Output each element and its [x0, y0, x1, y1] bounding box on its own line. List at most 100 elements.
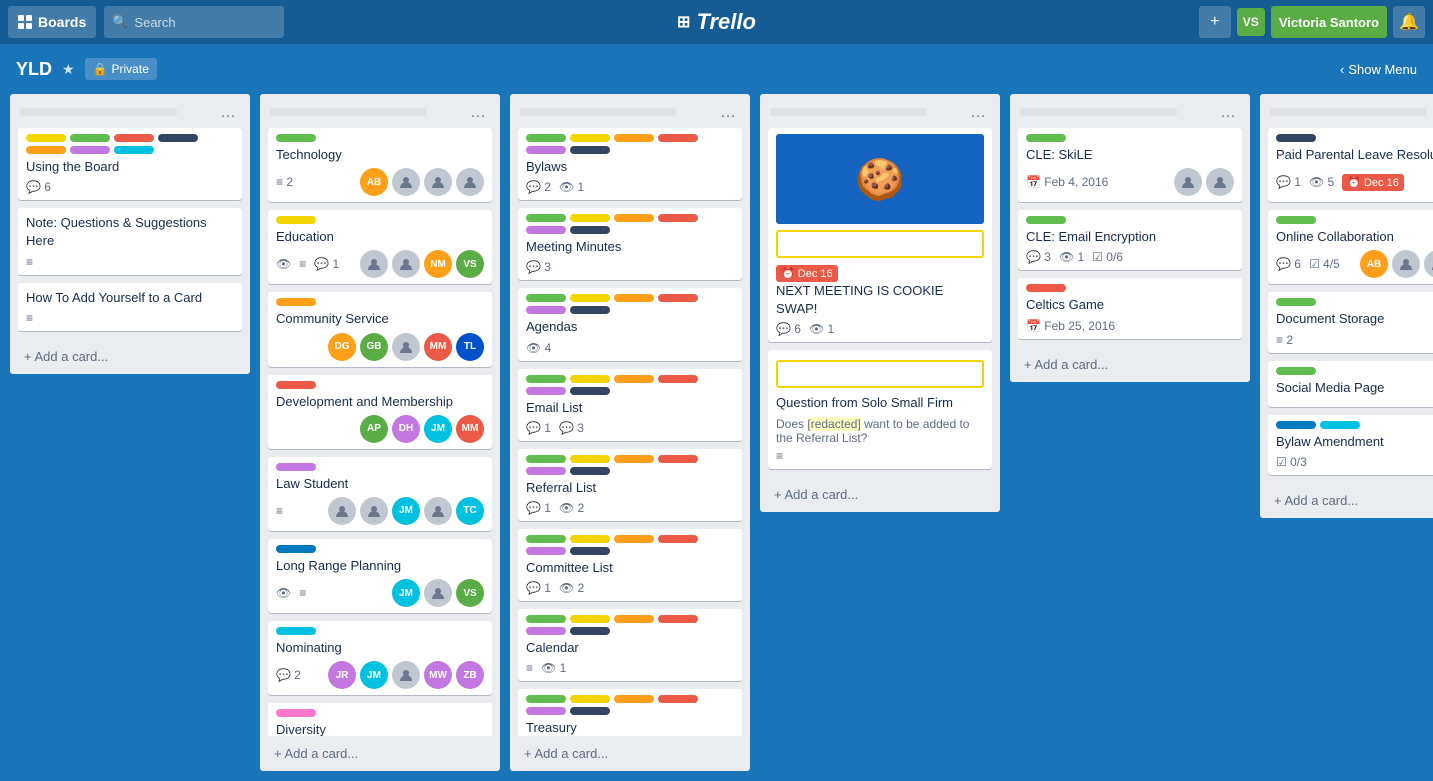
card[interactable]: Email List💬 1💬 3: [518, 369, 742, 441]
card[interactable]: Education👁≡💬 1NMVS: [268, 210, 492, 284]
card-labels: [526, 535, 734, 555]
card-avatars: DGGBMMTL: [328, 333, 484, 361]
card[interactable]: Document Storage≡ 2: [1268, 292, 1433, 352]
card-label: [526, 387, 566, 395]
list-footer: + Add a card...: [1010, 347, 1250, 382]
card-meta: 💬 1💬 3: [526, 421, 734, 435]
card-label: [1026, 216, 1066, 224]
add-button[interactable]: +: [1199, 6, 1231, 38]
card-meta: DGGBMMTL: [276, 333, 484, 361]
card-label: [276, 545, 316, 553]
card-meta-item: ≡: [299, 257, 306, 271]
card-title: Question from Solo Small Firm: [776, 394, 984, 412]
card-label: [1276, 134, 1316, 142]
avatar: MM: [424, 333, 452, 361]
card[interactable]: Committee List💬 1👁 2: [518, 529, 742, 601]
card[interactable]: Bylaws 💬 2👁 1: [518, 128, 742, 200]
user-avatar[interactable]: VS: [1237, 8, 1265, 36]
board-title: YLD: [16, 59, 52, 80]
card[interactable]: Development and MembershipAPDHJMMM: [268, 375, 492, 449]
card-title: Bylaws: [526, 158, 734, 176]
show-menu-link[interactable]: ‹ Show Menu: [1340, 62, 1417, 77]
search-input[interactable]: [134, 15, 276, 30]
list-menu-button[interactable]: …: [966, 102, 990, 124]
card[interactable]: Law Student≡JMTC: [268, 457, 492, 531]
add-card-button[interactable]: + Add a card...: [268, 742, 492, 765]
card-meta: ≡: [26, 311, 234, 325]
card-label: [614, 615, 654, 623]
list-menu-button[interactable]: …: [216, 102, 240, 124]
card-label: [614, 455, 654, 463]
card-input-2[interactable]: [776, 360, 984, 388]
card[interactable]: Meeting Minutes💬 3: [518, 208, 742, 280]
card-title: Bylaw Amendment: [1276, 433, 1433, 451]
card-meta-item: 👁: [276, 586, 291, 600]
card-label: [570, 306, 610, 314]
lock-icon: 🔒: [93, 62, 108, 76]
board-privacy[interactable]: 🔒 Private: [85, 58, 157, 80]
card[interactable]: Question from Solo Small Firm Does [redac…: [768, 350, 992, 468]
boards-button[interactable]: Boards: [8, 6, 96, 38]
board-star-icon[interactable]: ★: [62, 61, 75, 78]
card-avatars: JMVS: [392, 579, 484, 607]
user-name: Victoria Santoro: [1279, 15, 1379, 30]
card-meta-item: 👁 1: [559, 180, 584, 194]
list-menu-button[interactable]: …: [466, 102, 490, 124]
avatar: AP: [360, 415, 388, 443]
card-title: Committee List: [526, 559, 734, 577]
add-card-button[interactable]: + Add a card...: [768, 483, 992, 506]
add-card-button[interactable]: + Add a card...: [518, 742, 742, 765]
card[interactable]: Treasury💬 2👁 2: [518, 689, 742, 736]
card[interactable]: Agendas👁 4: [518, 288, 742, 360]
card-label: [658, 134, 698, 142]
notification-button[interactable]: 🔔: [1393, 6, 1425, 38]
card-label: [658, 695, 698, 703]
add-card-button[interactable]: + Add a card...: [1268, 489, 1433, 512]
card[interactable]: CLE: SkiLE📅 Feb 4, 2016: [1018, 128, 1242, 202]
card-label: [70, 134, 110, 142]
user-menu-button[interactable]: Victoria Santoro: [1271, 6, 1387, 38]
add-card-button[interactable]: + Add a card...: [18, 345, 242, 368]
card-meta-item: 👁 1: [809, 322, 834, 336]
card[interactable]: Long Range Planning👁≡JMVS: [268, 539, 492, 613]
list-menu-button[interactable]: …: [1216, 102, 1240, 124]
card-title: Referral List: [526, 479, 734, 497]
card[interactable]: CLE: Email Encryption💬 3👁 1☑ 0/6: [1018, 210, 1242, 270]
card-title: Education: [276, 228, 484, 246]
card-meta: 💬 2👁 1: [526, 180, 734, 194]
card[interactable]: 🍪⏰ Dec 16NEXT MEETING IS COOKIE SWAP!💬 6…: [768, 128, 992, 342]
list-footer: + Add a card...: [510, 736, 750, 771]
search-bar[interactable]: 🔍: [104, 6, 284, 38]
card[interactable]: Bylaw Amendment☑ 0/3: [1268, 415, 1433, 475]
card-label: [614, 375, 654, 383]
board-content: … Using the Board💬 6 Note: Questions & Sug…: [0, 94, 1433, 781]
list-header: …: [760, 94, 1000, 128]
card[interactable]: Online Collaboration💬 6☑ 4/5AB: [1268, 210, 1433, 284]
list-menu-button[interactable]: …: [716, 102, 740, 124]
card[interactable]: Technology≡ 2AB: [268, 128, 492, 202]
card[interactable]: Social Media Page: [1268, 361, 1433, 407]
card-input[interactable]: [776, 230, 984, 258]
card-subtext: Does [redacted] want to be added to the …: [776, 417, 984, 445]
card-meta-item: 👁: [276, 257, 291, 271]
card[interactable]: Note: Questions & Suggestions Here≡: [18, 208, 242, 274]
card[interactable]: Calendar≡👁 1: [518, 609, 742, 681]
card-label: [570, 615, 610, 623]
card-label: [570, 375, 610, 383]
add-card-button[interactable]: + Add a card...: [1018, 353, 1242, 376]
card[interactable]: Celtics Game📅 Feb 25, 2016: [1018, 278, 1242, 338]
card[interactable]: Community ServiceDGGBMMTL: [268, 292, 492, 366]
avatar: JM: [360, 661, 388, 689]
card[interactable]: Nominating💬 2JRJMMWZB: [268, 621, 492, 695]
card[interactable]: Referral List💬 1👁 2: [518, 449, 742, 521]
card[interactable]: Using the Board💬 6: [18, 128, 242, 200]
card-label: [1276, 216, 1316, 224]
card-meta: 💬 6: [26, 180, 234, 194]
avatar: VS: [456, 579, 484, 607]
card[interactable]: Paid Parental Leave Resolution💬 1👁 5⏰ De…: [1268, 128, 1433, 202]
card-meta: ≡: [26, 255, 234, 269]
card-meta-item: 👁 1: [1059, 250, 1084, 264]
card[interactable]: Diversity👁≡: [268, 703, 492, 736]
card[interactable]: How To Add Yourself to a Card≡: [18, 283, 242, 331]
card-label: [526, 226, 566, 234]
